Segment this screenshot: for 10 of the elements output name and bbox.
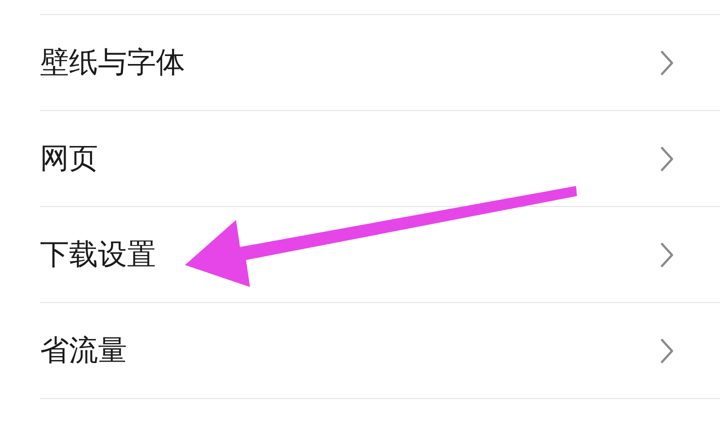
settings-label: 壁纸与字体 bbox=[40, 44, 185, 80]
settings-item[interactable]: 省流量 bbox=[40, 303, 720, 399]
settings-label: 网页 bbox=[40, 140, 98, 176]
settings-label: 省流量 bbox=[40, 332, 127, 368]
settings-item[interactable]: 壁纸与字体 bbox=[40, 15, 720, 111]
settings-label: 下载设置 bbox=[40, 236, 156, 272]
chevron-right-icon bbox=[660, 242, 674, 268]
chevron-right-icon bbox=[660, 338, 674, 364]
chevron-right-icon bbox=[660, 50, 674, 76]
chevron-right-icon bbox=[660, 146, 674, 172]
